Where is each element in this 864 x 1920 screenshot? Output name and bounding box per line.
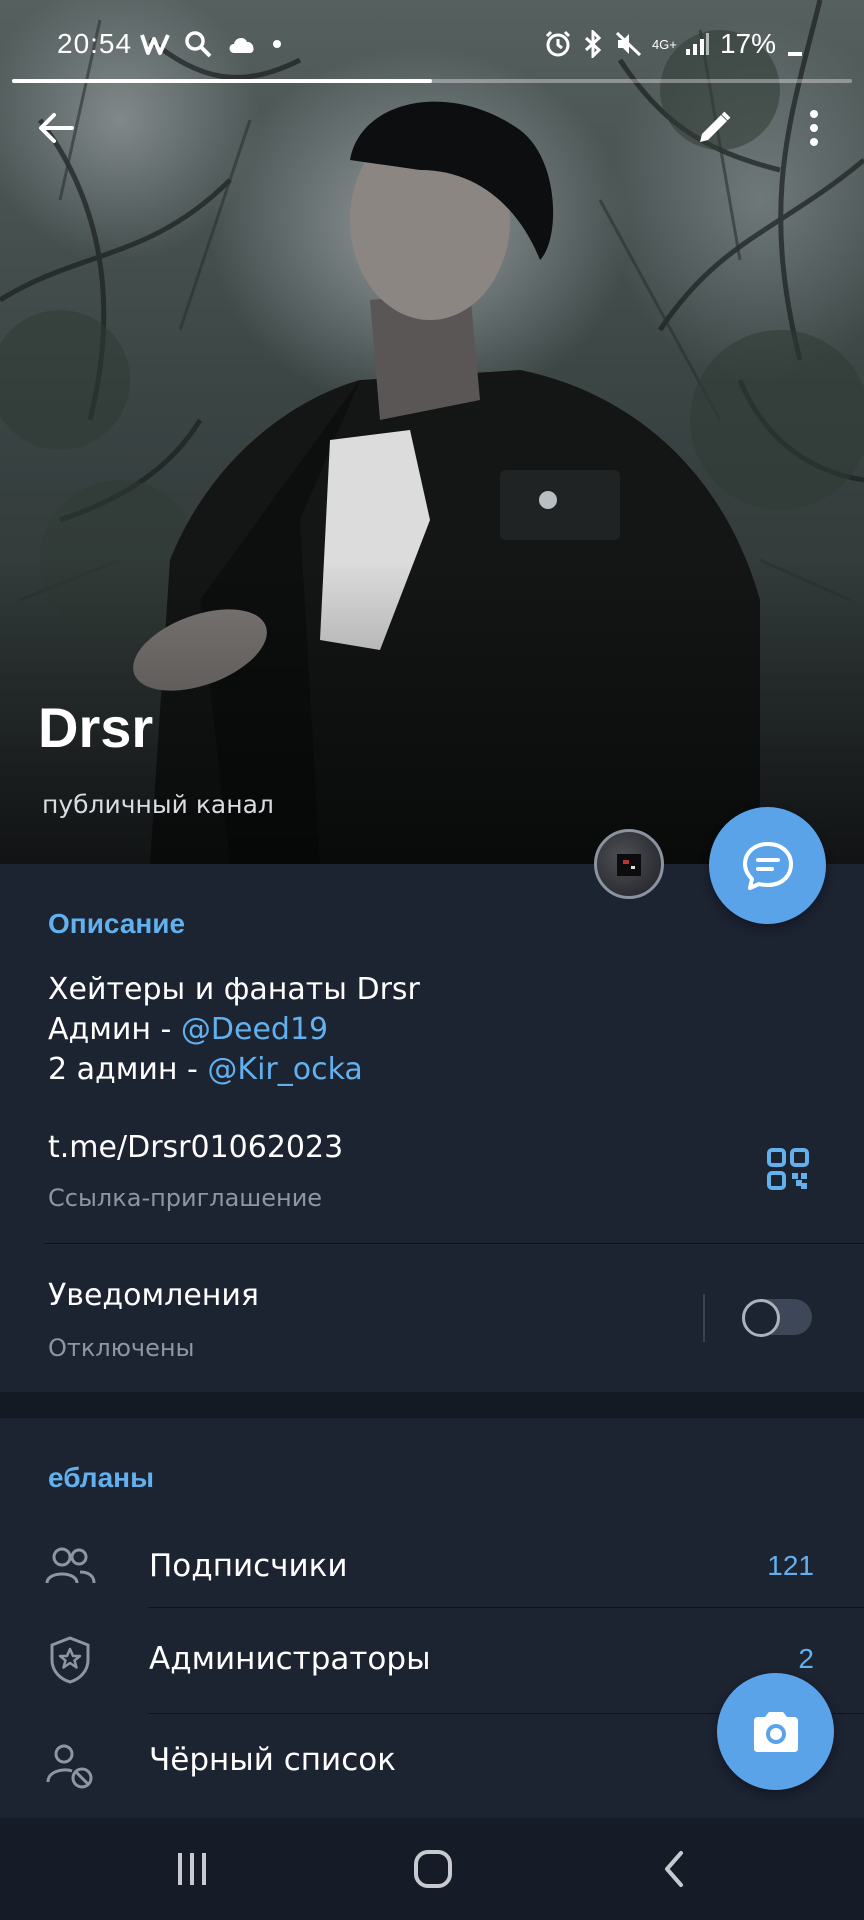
story-progress-fill bbox=[12, 79, 432, 83]
notifications-label: Уведомления bbox=[48, 1278, 259, 1313]
signal-icon bbox=[685, 33, 709, 55]
notifications-toggle[interactable] bbox=[742, 1299, 812, 1337]
status-bar: 20:54 4G+ 17% bbox=[0, 0, 864, 80]
edit-button[interactable] bbox=[684, 98, 744, 158]
description-line-2: Админ - @Deed19 bbox=[48, 1012, 328, 1047]
section-gap bbox=[0, 1392, 864, 1418]
channel-info-section: Описание Хейтеры и фанаты Drsr Админ - @… bbox=[0, 864, 864, 1392]
bluetooth-icon bbox=[584, 30, 602, 58]
network-type: 4G+ bbox=[651, 36, 677, 52]
administrators-count: 2 bbox=[798, 1643, 814, 1674]
description-heading: Описание bbox=[48, 908, 186, 939]
second-admin-mention-link[interactable]: @Kir_ocka bbox=[207, 1052, 362, 1087]
avatar-image bbox=[617, 854, 641, 876]
invite-link-label: Ссылка-приглашение bbox=[48, 1184, 323, 1212]
discussion-button[interactable] bbox=[709, 807, 826, 924]
members-section-heading: ебланы bbox=[48, 1462, 154, 1493]
battery-icon bbox=[788, 52, 802, 56]
status-notification-icons bbox=[140, 30, 282, 58]
more-options-button[interactable] bbox=[784, 98, 844, 158]
qr-code-icon[interactable] bbox=[766, 1147, 810, 1191]
notifications-status: Отключены bbox=[48, 1334, 195, 1362]
more-vertical-icon bbox=[810, 110, 818, 146]
cloud-icon bbox=[229, 38, 254, 53]
subscribers-row[interactable]: Подписчики 121 bbox=[0, 1515, 864, 1619]
toggle-knob bbox=[742, 1299, 780, 1337]
status-system-icons: 4G+ 17% bbox=[544, 28, 804, 60]
channel-name: Drsr bbox=[38, 696, 154, 759]
status-time: 20:54 bbox=[57, 28, 133, 59]
battery-percent: 17% bbox=[719, 28, 776, 59]
subscribers-label: Подписчики bbox=[149, 1548, 348, 1584]
invite-link: t.me/Drsr01062023 bbox=[48, 1130, 344, 1165]
users-icon bbox=[45, 1547, 96, 1584]
recent-apps-icon bbox=[178, 1853, 206, 1885]
mute-icon bbox=[615, 31, 641, 57]
description-line-3-text: 2 админ - bbox=[48, 1052, 208, 1087]
home-icon bbox=[414, 1850, 452, 1888]
recent-apps-button[interactable] bbox=[132, 1818, 252, 1920]
admin-mention-link[interactable]: @Deed19 bbox=[181, 1012, 328, 1047]
home-button[interactable] bbox=[373, 1818, 493, 1920]
pencil-icon bbox=[700, 111, 731, 142]
more-notifications-dot-icon bbox=[273, 40, 281, 48]
search-icon bbox=[185, 31, 212, 58]
chat-bubble-icon bbox=[742, 841, 793, 890]
avatar[interactable] bbox=[594, 829, 664, 899]
administrators-label: Администраторы bbox=[149, 1641, 431, 1677]
blacklist-label: Чёрный список bbox=[149, 1742, 396, 1778]
arrow-left-icon bbox=[39, 113, 74, 143]
channel-type: публичный канал bbox=[42, 790, 274, 819]
back-button[interactable] bbox=[26, 98, 86, 158]
app-w-icon bbox=[140, 34, 170, 55]
set-photo-button[interactable] bbox=[717, 1673, 834, 1790]
back-nav-button[interactable] bbox=[614, 1818, 734, 1920]
description-line-3: 2 админ - @Kir_ocka bbox=[48, 1052, 363, 1087]
alarm-icon bbox=[545, 30, 571, 57]
notifications-row[interactable]: Уведомления Отключены bbox=[0, 1244, 864, 1392]
story-progress-bar bbox=[12, 79, 852, 83]
system-navigation-bar bbox=[0, 1818, 864, 1920]
camera-icon bbox=[753, 1711, 798, 1752]
blocked-user-icon bbox=[46, 1744, 93, 1789]
subscribers-count: 121 bbox=[767, 1550, 814, 1581]
admin-shield-icon bbox=[50, 1636, 90, 1684]
invite-link-row[interactable]: t.me/Drsr01062023 Ссылка-приглашение bbox=[0, 1114, 864, 1244]
chevron-left-icon bbox=[665, 1851, 683, 1887]
channel-cover-photo: 20:54 4G+ 17% Drsr публичный канал bbox=[0, 0, 864, 864]
description-line-2-text: Админ - bbox=[48, 1012, 181, 1047]
description-line-1: Хейтеры и фанаты Drsr bbox=[48, 972, 420, 1007]
vertical-separator bbox=[703, 1294, 705, 1342]
